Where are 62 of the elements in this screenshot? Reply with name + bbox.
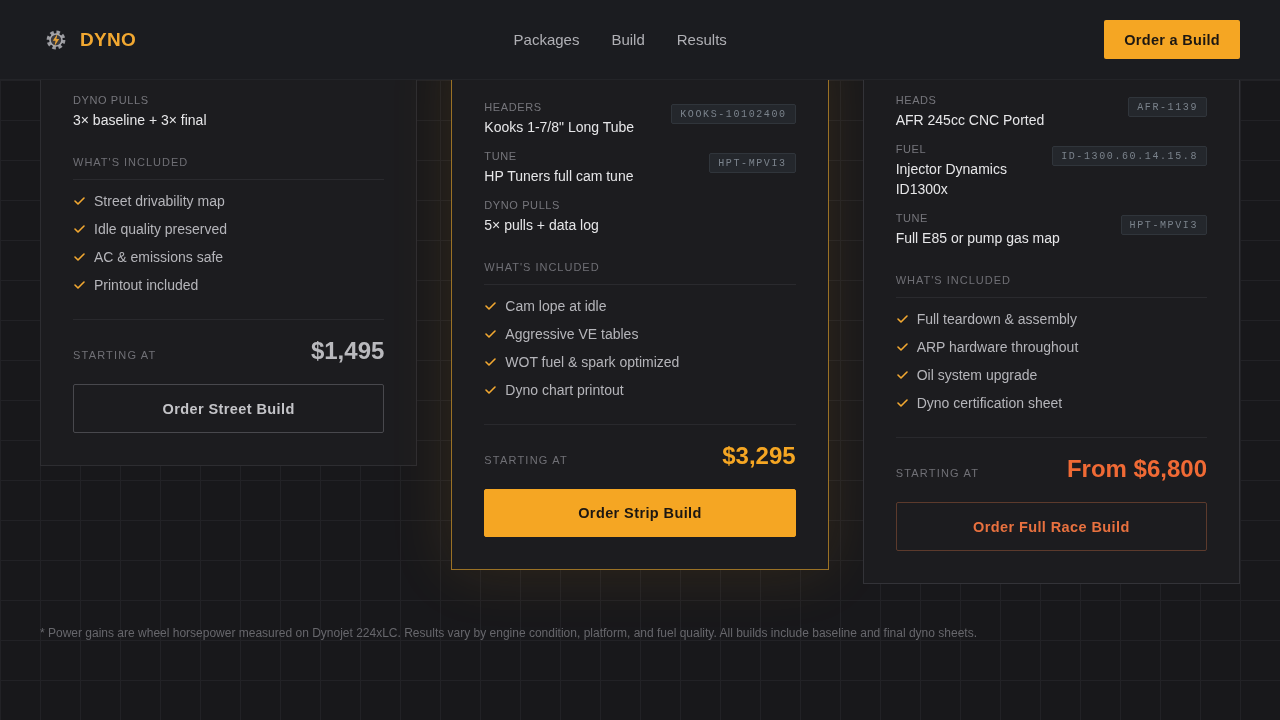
feature-text: Full teardown & assembly [916,311,1077,327]
feature-text: Dyno chart printout [505,382,624,398]
price: From $6,800 [1066,454,1207,484]
check-icon [74,225,85,233]
section-heading: WHAT'S INCLUDED [895,274,1011,286]
section-heading: WHAT'S INCLUDED [73,156,189,168]
order-package-button[interactable]: Order Full Race Build [895,502,1207,551]
nav-link[interactable]: Packages [513,31,580,48]
spec-value: Full E85 or pump gas map [895,229,1060,248]
spec-value: 5× pulls + data log [484,216,599,235]
spec-value: HP Tuners full cam tune [484,167,634,186]
price: $1,495 [310,336,385,366]
part-number-tag: HPT-MPVI3 [1120,215,1207,235]
part-number-tag: KOOKS-10102400 [671,104,796,124]
footnote: * Power gains are wheel horsepower measured on Dynojet 224xLC. Results vary by engine condition, platform, and fuel quality. All builds include baseline and final dyno sheets. [40,625,978,641]
feature-text: Street drivability map [94,193,225,209]
feature-text: AC & emissions safe [94,249,224,265]
spec-label: HEADERS [484,100,542,114]
nav-link[interactable]: Build [611,31,645,48]
order-package-button[interactable]: Order Street Build [73,384,385,433]
check-icon [896,371,908,379]
part-number-tag: AFR-1139 [1128,97,1207,117]
check-icon [896,399,908,407]
section-heading: WHAT'S INCLUDED [484,261,600,273]
part-number-tag: ID-1300.60.14.15.8 [1052,146,1207,166]
feature-text: WOT fuel & spark optimized [505,354,680,370]
price-label: STARTING AT [895,467,980,479]
feature-text: ARP hardware throughout [916,339,1079,355]
check-icon [74,197,85,205]
spec-label: DYNO PULLS [484,198,561,212]
check-icon [485,358,497,366]
spec-value: 3× baseline + 3× final [73,111,207,130]
check-icon [74,253,85,261]
check-icon [485,330,497,338]
spec-label: DYNO PULLS [73,93,149,107]
check-icon [485,386,497,394]
feature-text: Aggressive VE tables [505,326,639,342]
price: $3,295 [722,441,796,471]
spec-label: FUEL [895,142,927,156]
spec-value: Injector Dynamics ID1300x [895,160,1008,199]
feature-text: Dyno certification sheet [916,395,1063,411]
price-label: STARTING AT [73,349,157,361]
spec-label: TUNE [484,149,517,163]
feature-text: Cam lope at idle [505,298,607,314]
check-icon [485,302,497,310]
spec-label: HEADS [895,93,937,107]
price-label: STARTING AT [484,454,568,466]
gear-bolt-logo-icon [46,29,66,50]
part-number-tag: HPT-MPVI3 [709,153,796,173]
spec-value: Kooks 1-7/8" Long Tube [484,118,635,137]
nav-link[interactable]: Results [676,31,727,48]
check-icon [896,343,908,351]
spec-value: AFR 245cc CNC Ported [895,111,1045,130]
feature-text: Oil system upgrade [916,367,1038,383]
spec-label: TUNE [895,211,928,225]
brand-name: DYNO [80,28,137,51]
check-icon [896,315,908,323]
feature-text: Idle quality preserved [94,221,228,237]
feature-text: Printout included [94,277,199,293]
order-build-button[interactable]: Order a Build [1104,20,1240,59]
check-icon [74,281,85,289]
order-package-button[interactable]: Order Strip Build [484,489,796,537]
